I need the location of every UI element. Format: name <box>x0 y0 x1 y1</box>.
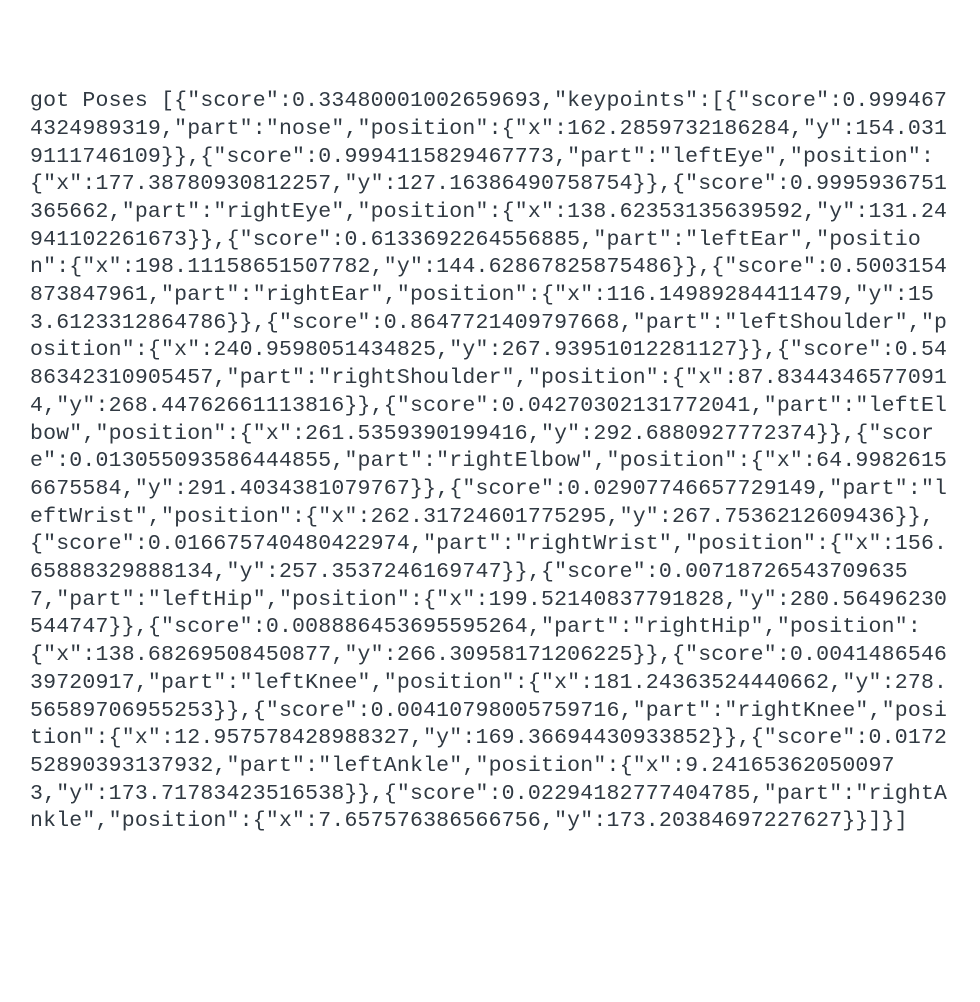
console-log-output: got Poses [{"score":0.33480001002659693,… <box>30 88 950 836</box>
